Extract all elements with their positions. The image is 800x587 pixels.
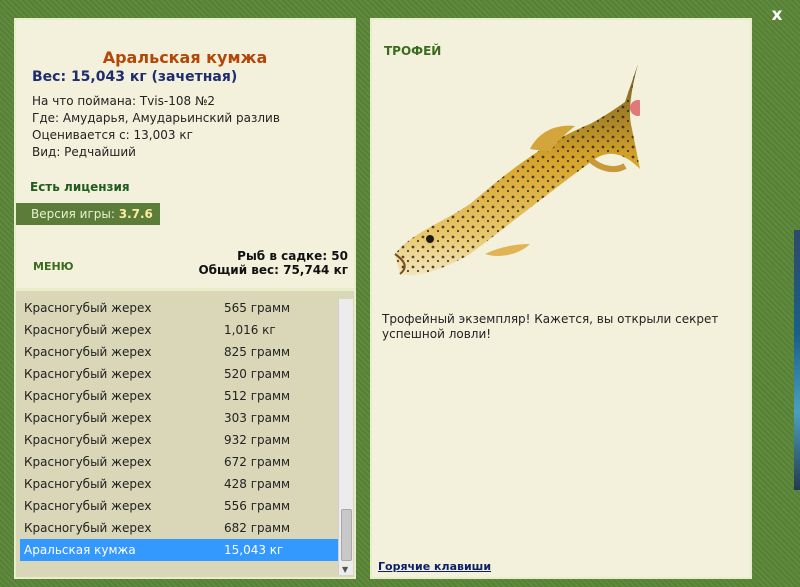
keepnet-total: Общий вес: 75,744 кг (198, 263, 348, 277)
catch-list-item[interactable]: Красногубый жерех 825 грамм (20, 341, 340, 363)
keepnet-count: Рыб в садке: 50 (237, 249, 348, 263)
catch-fish-weight: 15,043 кг (224, 543, 284, 557)
catch-list[interactable]: Красногубый жерех 565 грамм Красногубый же… (20, 297, 340, 561)
value-text: Оценивается с: 13,003 кг (32, 128, 193, 142)
catch-fish-weight: 565 грамм (224, 301, 291, 315)
version-value: 3.7.6 (118, 207, 153, 221)
catch-fish-name: Красногубый жерех (24, 301, 152, 315)
catch-fish-weight: 672 грамм (224, 455, 291, 469)
catch-fish-weight: 932 грамм (224, 433, 291, 447)
catch-fish-name: Красногубый жерех (24, 433, 152, 447)
trout-image (394, 64, 640, 276)
catch-fish-name: Красногубый жерех (24, 411, 152, 425)
close-button[interactable]: x (766, 4, 788, 26)
catch-fish-weight: 520 грамм (224, 367, 291, 381)
trophy-text: Трофейный экземпляр! Кажется, вы открыли… (382, 312, 719, 341)
catch-list-item[interactable]: Красногубый жерех 682 грамм (20, 517, 340, 539)
catch-fish-name: Красногубый жерех (24, 389, 152, 403)
trophy-panel: ТРОФЕЙ Трофейный экземпляр! Кажется, вы … (370, 18, 752, 579)
catch-list-item[interactable]: Красногубый жерех 932 грамм (20, 429, 340, 451)
location-text: Где: Амударья, Амударьинский разлив (32, 111, 280, 125)
catch-list-item[interactable]: Красногубый жерех 672 грамм (20, 451, 340, 473)
fish-name: Аральская кумжа (102, 48, 268, 67)
version-badge: Версия игры: 3.7.6 (16, 203, 160, 225)
catch-fish-weight: 1,016 кг (224, 323, 276, 337)
catch-fish-name: Красногубый жерех (24, 521, 152, 535)
catch-fish-weight: 556 грамм (224, 499, 291, 513)
caught-with-text: На что поймана: Tvis-108 №2 (32, 94, 216, 108)
catch-list-item[interactable]: Красногубый жерех 512 грамм (20, 385, 340, 407)
background-scene-edge (794, 230, 800, 490)
license-status: Есть лицензия (30, 180, 130, 194)
catch-list-item[interactable]: Красногубый жерех 520 грамм (20, 363, 340, 385)
catch-fish-name: Красногубый жерех (24, 323, 152, 337)
catch-fish-name: Красногубый жерех (24, 367, 152, 381)
catch-fish-weight: 428 грамм (224, 477, 291, 491)
kind-text: Вид: Редчайший (32, 145, 136, 159)
catch-fish-name: Красногубый жерех (24, 345, 152, 359)
catch-list-item[interactable]: Красногубый жерех 428 грамм (20, 473, 340, 495)
catch-fish-name: Красногубый жерех (24, 499, 152, 513)
catch-fish-weight: 512 грамм (224, 389, 291, 403)
catch-fish-weight: 303 грамм (224, 411, 291, 425)
catch-fish-weight: 682 грамм (224, 521, 291, 535)
catch-list-item[interactable]: Красногубый жерех 303 грамм (20, 407, 340, 429)
catch-fish-name: Красногубый жерех (24, 477, 152, 491)
fish-weight: Вес: 15,043 кг (зачетная) (32, 69, 238, 85)
menu-button[interactable]: МЕНЮ (33, 260, 74, 273)
catch-list-item[interactable]: Красногубый жерех 556 грамм (20, 495, 340, 517)
scrollbar[interactable]: ▼ (338, 299, 353, 575)
catch-list-item[interactable]: Красногубый жерех 1,016 кг (20, 319, 340, 341)
hotkeys-link[interactable]: Горячие клавиши (378, 560, 491, 573)
fish-info-panel: Аральская кумжа Вес: 15,043 кг (зачетная… (14, 18, 356, 292)
fish-details: На что поймана: Tvis-108 №2 Где: Амударь… (32, 93, 280, 161)
catch-list-item[interactable]: Красногубый жерех 565 грамм (20, 297, 340, 319)
catch-fish-name: Аральская кумжа (24, 543, 136, 557)
version-label: Версия игры: (31, 207, 119, 221)
catch-list-item[interactable]: Аральская кумжа 15,043 кг (20, 539, 340, 561)
catch-fish-weight: 825 грамм (224, 345, 291, 359)
catch-list-panel: Красногубый жерех 565 грамм Красногубый же… (14, 289, 356, 579)
scroll-down-icon[interactable]: ▼ (342, 565, 348, 574)
keepnet-summary: Рыб в садке: 50 Общий вес: 75,744 кг (198, 249, 348, 277)
scrollbar-thumb[interactable] (341, 509, 352, 561)
catch-fish-name: Красногубый жерех (24, 455, 152, 469)
